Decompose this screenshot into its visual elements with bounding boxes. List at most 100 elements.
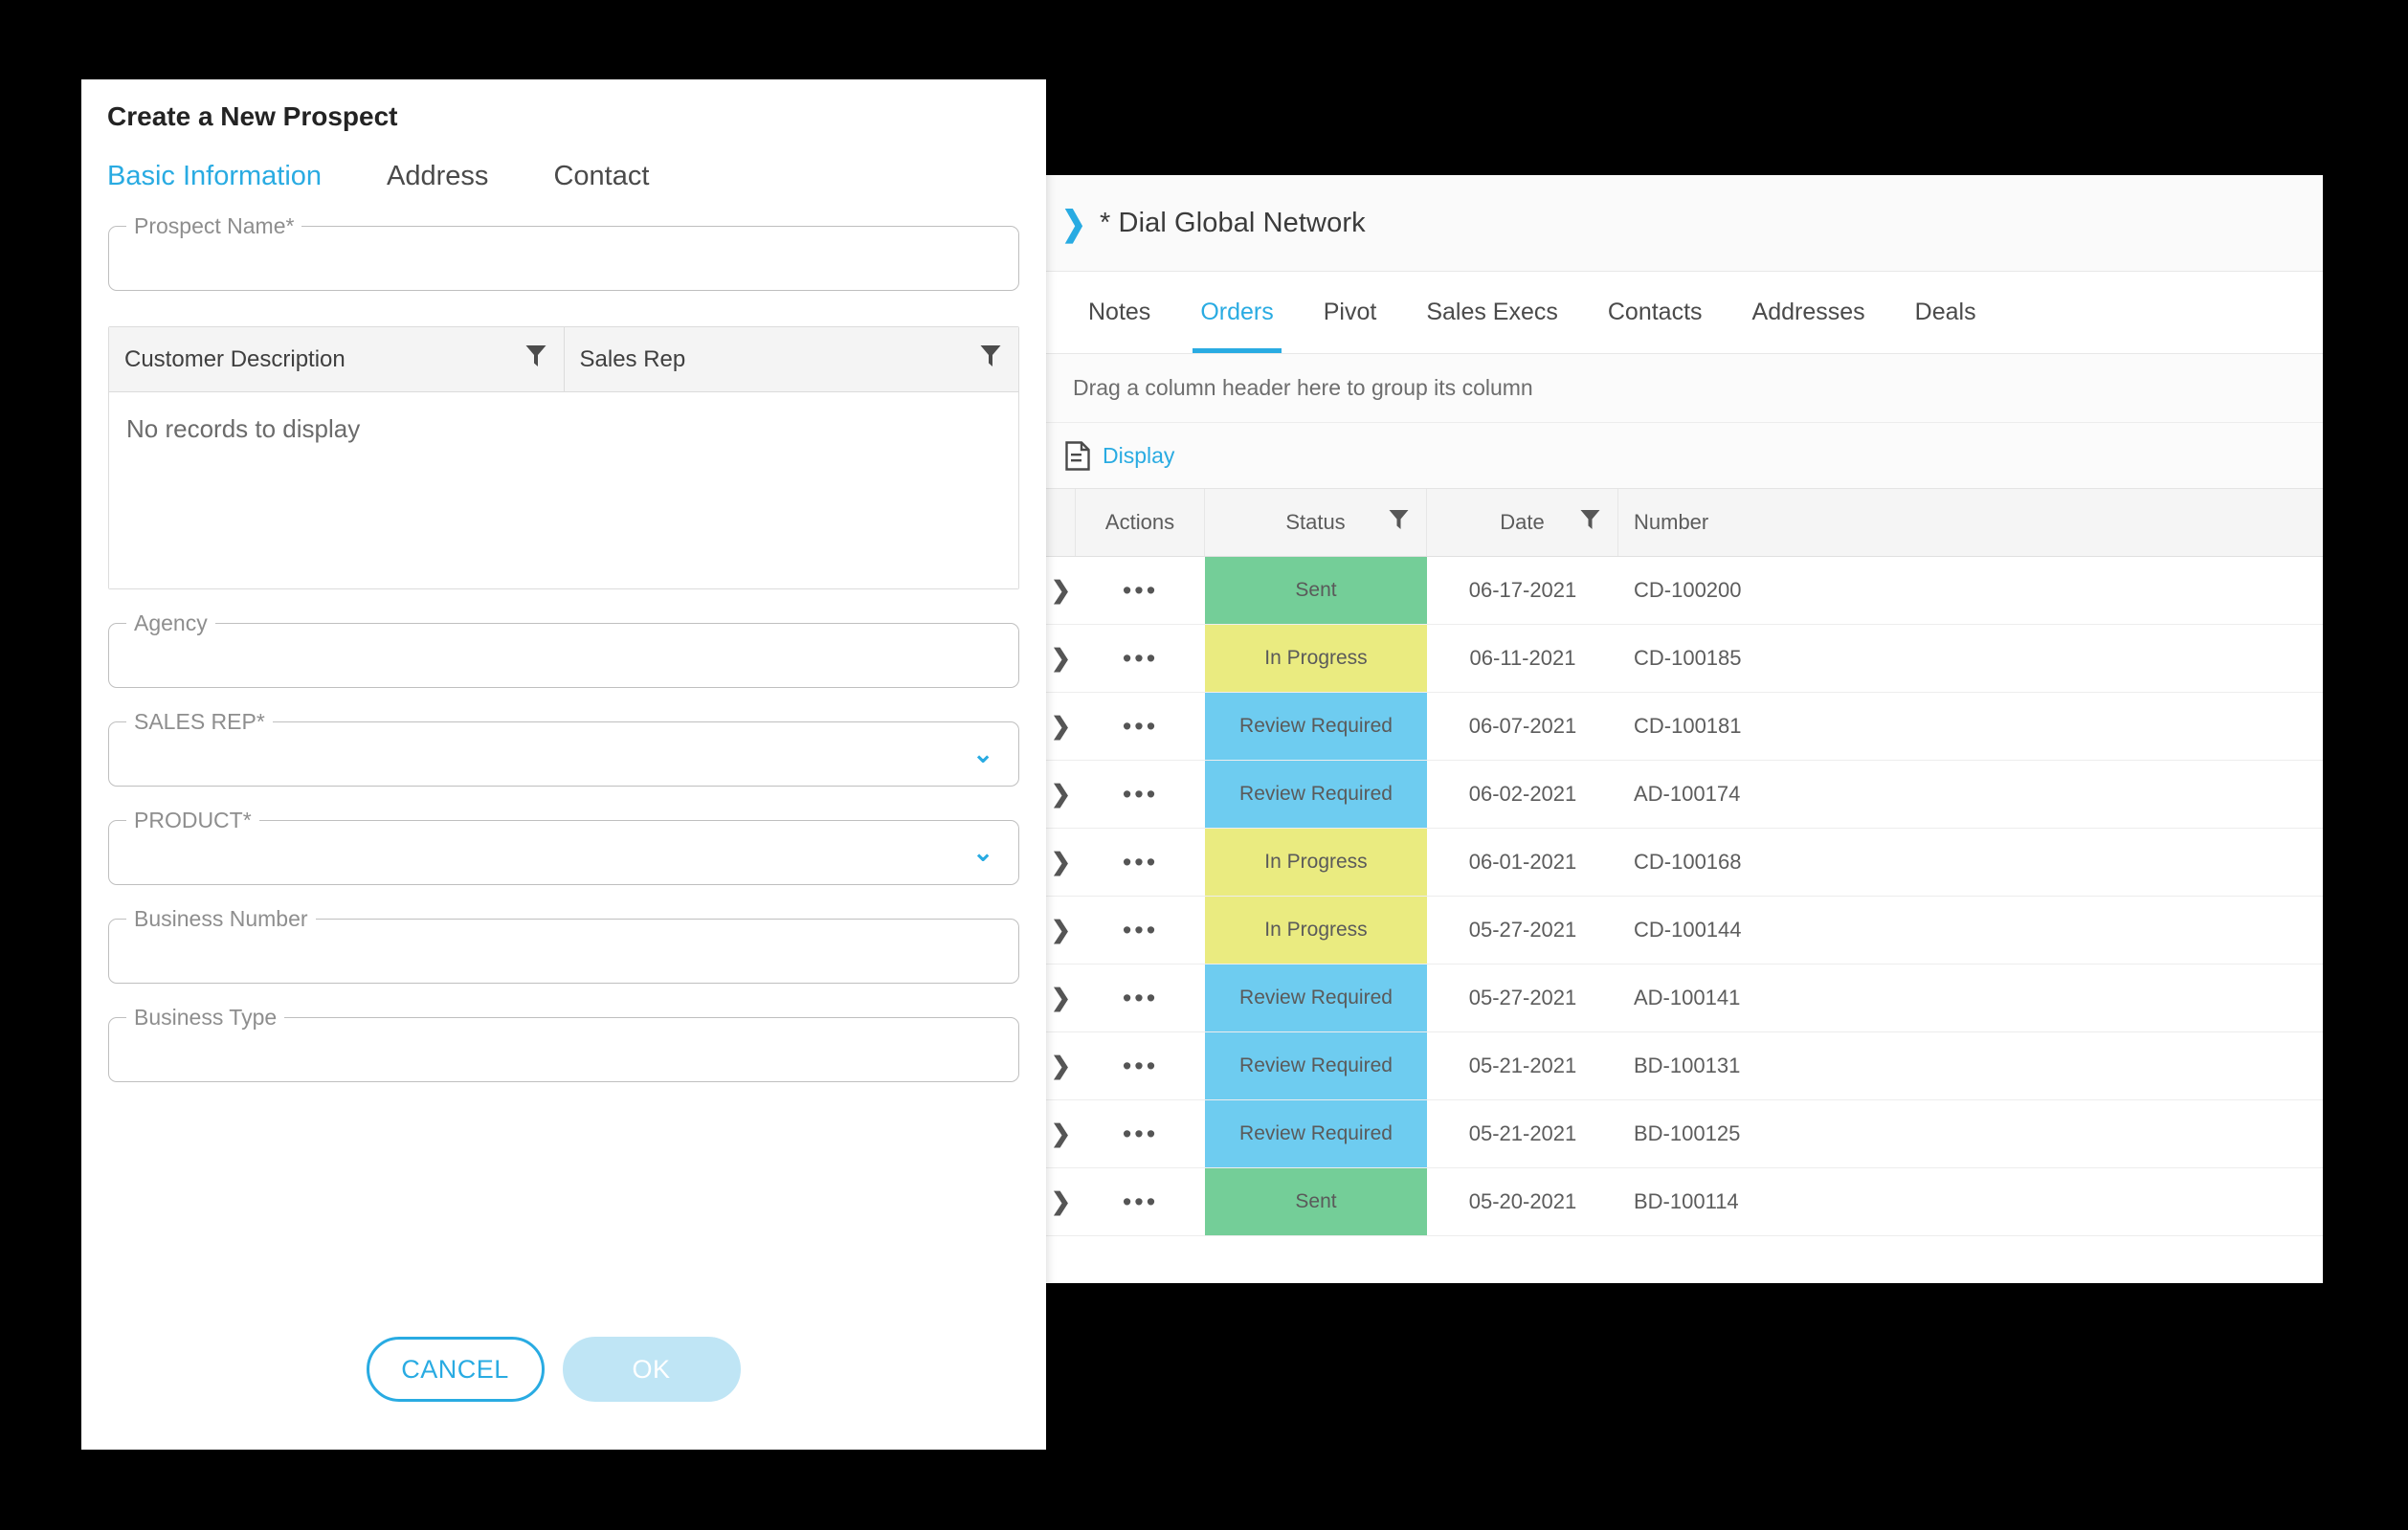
table-row[interactable]: ❯ ••• Sent 06-17-2021 CD-100200: [1046, 557, 2323, 625]
business-number-field[interactable]: Business Number: [108, 906, 1019, 984]
row-actions-button[interactable]: •••: [1076, 693, 1205, 760]
column-header-customer-description[interactable]: Customer Description: [109, 327, 564, 391]
row-number: AD-100141: [1634, 986, 1741, 1009]
row-expand-icon[interactable]: ❯: [1046, 829, 1076, 896]
filter-icon[interactable]: [980, 344, 1001, 374]
business-type-label: Business Type: [126, 1005, 285, 1030]
column-label: Actions: [1104, 510, 1175, 534]
agency-label: Agency: [126, 610, 215, 635]
business-type-field[interactable]: Business Type: [108, 1005, 1019, 1082]
record-detail-panel: ❯ * Dial Global Network Notes Orders Piv…: [1046, 175, 2323, 1283]
prospect-name-field[interactable]: Prospect Name*: [108, 213, 1019, 291]
grid-empty-filler: [1046, 1236, 2323, 1283]
product-field[interactable]: PRODUCT* ⌄: [108, 808, 1019, 885]
row-number: CD-100168: [1634, 850, 1742, 874]
row-expand-icon[interactable]: ❯: [1046, 1168, 1076, 1235]
group-panel-dropzone[interactable]: Drag a column header here to group its c…: [1046, 354, 2323, 423]
row-actions-button[interactable]: •••: [1076, 897, 1205, 964]
row-expand-icon[interactable]: ❯: [1046, 761, 1076, 828]
table-row[interactable]: ❯ ••• In Progress 06-11-2021 CD-100185: [1046, 625, 2323, 693]
table-row[interactable]: ❯ ••• Review Required 05-21-2021 BD-100131: [1046, 1032, 2323, 1100]
row-expand-icon[interactable]: ❯: [1046, 897, 1076, 964]
create-prospect-dialog: Create a New Prospect Basic Information …: [81, 79, 1046, 1450]
agency-field[interactable]: Agency: [108, 610, 1019, 688]
table-row[interactable]: ❯ ••• Review Required 05-21-2021 BD-100125: [1046, 1100, 2323, 1168]
tab-label: Pivot: [1323, 299, 1377, 325]
cancel-button[interactable]: CANCEL: [366, 1337, 545, 1402]
document-icon: [1065, 440, 1090, 471]
filter-icon[interactable]: [1580, 509, 1600, 536]
ok-button[interactable]: OK: [562, 1337, 741, 1402]
row-actions-button[interactable]: •••: [1076, 625, 1205, 692]
tab-addresses[interactable]: Addresses: [1728, 272, 1890, 353]
row-date: 05-20-2021: [1468, 1189, 1577, 1213]
column-header-actions[interactable]: Actions: [1076, 489, 1205, 556]
row-date: 05-27-2021: [1468, 986, 1577, 1009]
table-row[interactable]: ❯ ••• Review Required 06-02-2021 AD-100174: [1046, 761, 2323, 829]
grid-toolbar: Display: [1046, 423, 2323, 489]
tab-contacts[interactable]: Contacts: [1583, 272, 1728, 353]
sales-rep-label: SALES REP*: [126, 709, 273, 734]
row-actions-button[interactable]: •••: [1076, 829, 1205, 896]
column-header-number[interactable]: Number: [1618, 489, 2323, 556]
row-expand-icon[interactable]: ❯: [1046, 625, 1076, 692]
column-header-status[interactable]: Status: [1205, 489, 1427, 556]
filter-icon[interactable]: [525, 344, 546, 374]
status-badge: Sent: [1205, 1168, 1427, 1235]
row-actions-button[interactable]: •••: [1076, 965, 1205, 1031]
row-date: 06-01-2021: [1468, 850, 1577, 874]
tab-notes[interactable]: Notes: [1063, 272, 1175, 353]
tab-basic-information[interactable]: Basic Information: [107, 161, 387, 192]
column-header-date[interactable]: Date: [1427, 489, 1618, 556]
tab-label: Notes: [1088, 299, 1151, 325]
status-badge: Sent: [1205, 557, 1427, 624]
column-header-expand: [1046, 489, 1076, 556]
row-actions-button[interactable]: •••: [1076, 1168, 1205, 1235]
tab-sales-execs[interactable]: Sales Execs: [1401, 272, 1583, 353]
tab-label: Orders: [1200, 299, 1274, 325]
filter-icon[interactable]: [1389, 509, 1409, 536]
tab-orders[interactable]: Orders: [1175, 272, 1298, 353]
column-label: Number: [1634, 510, 1709, 534]
tab-deals[interactable]: Deals: [1890, 272, 2001, 353]
chevron-down-icon[interactable]: ⌄: [972, 740, 993, 769]
tab-label: Sales Execs: [1426, 299, 1558, 325]
customer-grid-header: Customer Description Sales Rep: [109, 327, 1018, 392]
chevron-down-icon[interactable]: ⌄: [972, 838, 993, 868]
record-title: * Dial Global Network: [1099, 207, 1366, 238]
row-actions-button[interactable]: •••: [1076, 557, 1205, 624]
group-panel-hint: Drag a column header here to group its c…: [1073, 375, 1533, 400]
row-expand-icon[interactable]: ❯: [1046, 557, 1076, 624]
row-number: BD-100131: [1634, 1053, 1741, 1077]
table-row[interactable]: ❯ ••• Sent 05-20-2021 BD-100114: [1046, 1168, 2323, 1236]
tab-pivot[interactable]: Pivot: [1299, 272, 1402, 353]
row-expand-icon[interactable]: ❯: [1046, 693, 1076, 760]
table-row[interactable]: ❯ ••• In Progress 05-27-2021 CD-100144: [1046, 897, 2323, 965]
display-button[interactable]: Display: [1103, 443, 1174, 469]
table-row[interactable]: ❯ ••• Review Required 05-27-2021 AD-100141: [1046, 965, 2323, 1032]
row-number: CD-100181: [1634, 714, 1742, 738]
dialog-tab-bar: Basic Information Address Contact: [81, 132, 1046, 192]
row-number: CD-100185: [1634, 646, 1742, 670]
row-expand-icon[interactable]: ❯: [1046, 965, 1076, 1031]
orders-grid-header: Actions Status Date Number: [1046, 489, 2323, 557]
row-expand-icon[interactable]: ❯: [1046, 1100, 1076, 1167]
row-actions-button[interactable]: •••: [1076, 761, 1205, 828]
sales-rep-field[interactable]: SALES REP* ⌄: [108, 709, 1019, 787]
row-expand-icon[interactable]: ❯: [1046, 1032, 1076, 1099]
tab-label: Contacts: [1607, 299, 1703, 325]
tab-contact[interactable]: Contact: [553, 161, 714, 192]
chevron-right-icon[interactable]: ❯: [1061, 206, 1086, 240]
screen-root: ❯ * Dial Global Network Notes Orders Piv…: [0, 0, 2408, 1530]
tab-address[interactable]: Address: [387, 161, 553, 192]
row-date: 06-07-2021: [1468, 714, 1577, 738]
table-row[interactable]: ❯ ••• Review Required 06-07-2021 CD-100181: [1046, 693, 2323, 761]
customer-grid-empty-message: No records to display: [109, 392, 1018, 588]
row-actions-button[interactable]: •••: [1076, 1032, 1205, 1099]
row-number: AD-100174: [1634, 782, 1741, 806]
row-actions-button[interactable]: •••: [1076, 1100, 1205, 1167]
status-badge: In Progress: [1205, 625, 1427, 692]
column-header-sales-rep[interactable]: Sales Rep: [563, 327, 1019, 391]
row-date: 06-17-2021: [1468, 578, 1577, 602]
table-row[interactable]: ❯ ••• In Progress 06-01-2021 CD-100168: [1046, 829, 2323, 897]
